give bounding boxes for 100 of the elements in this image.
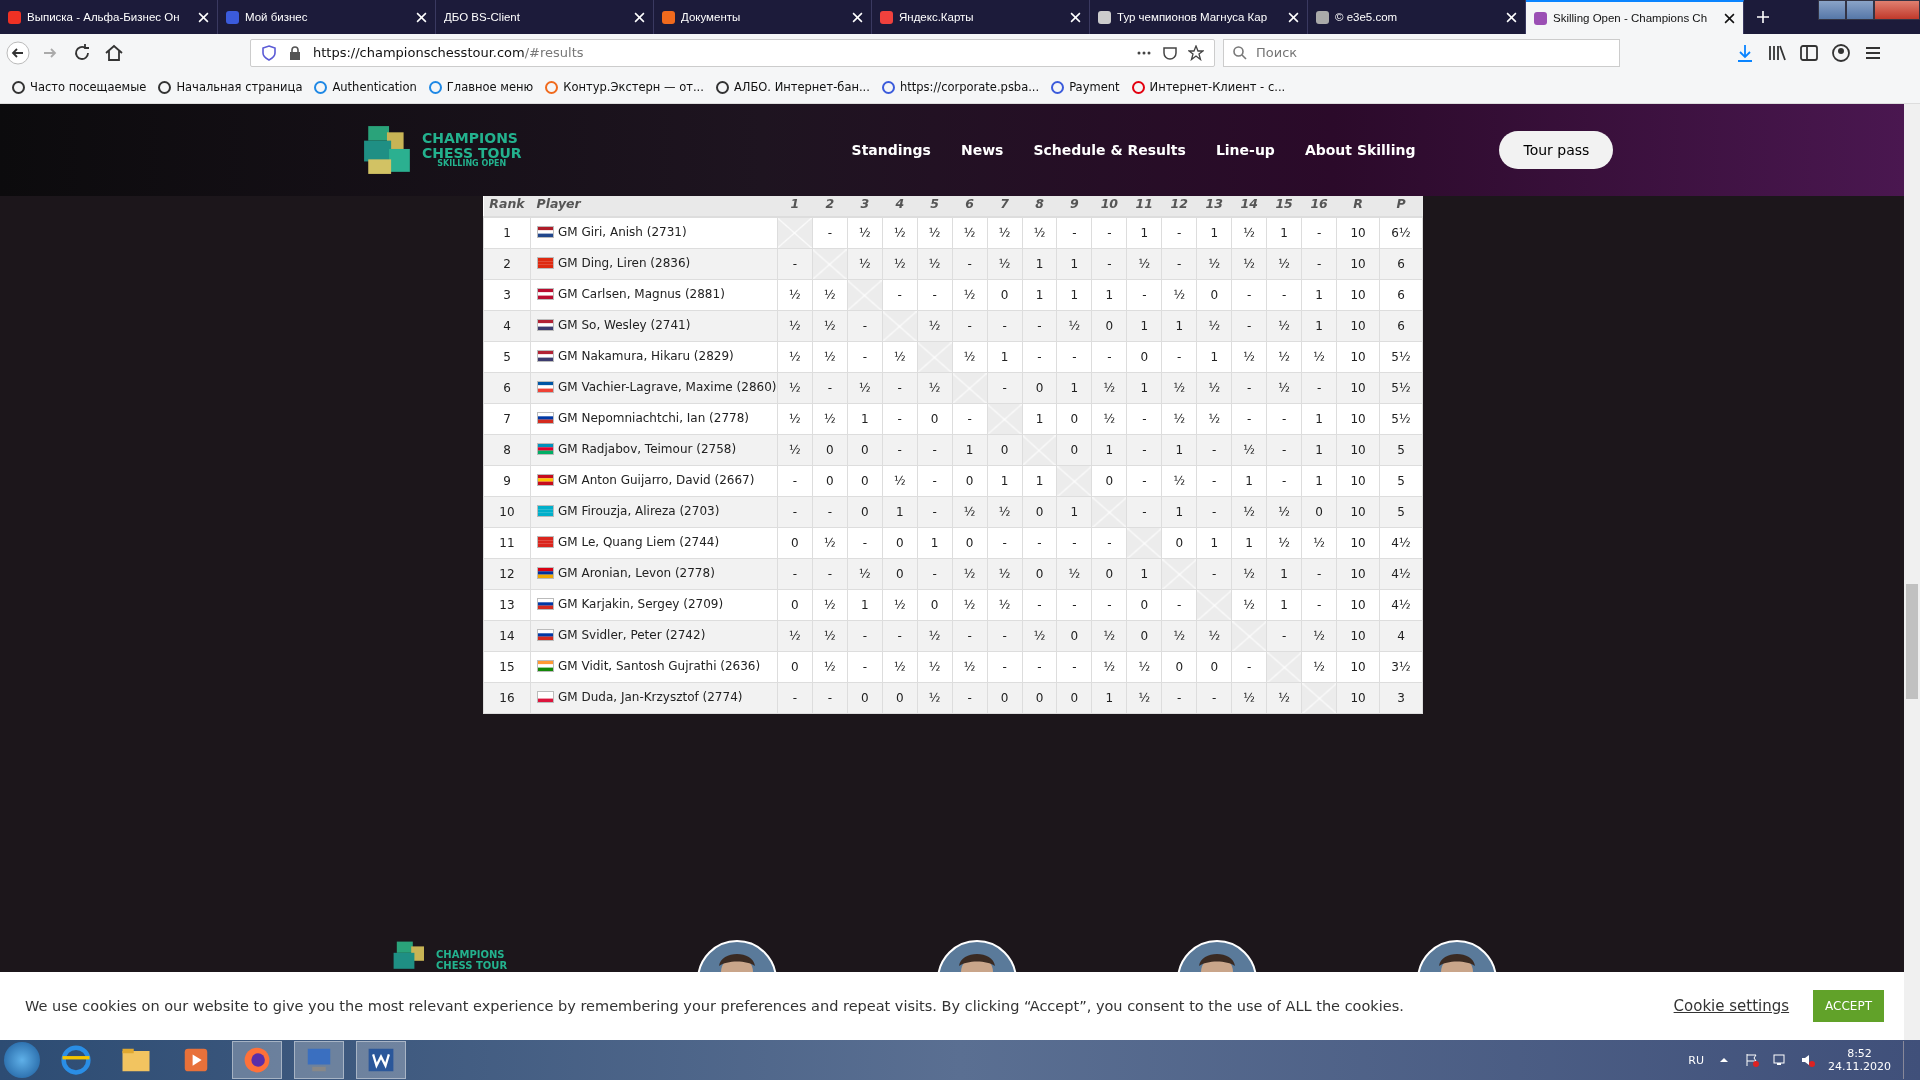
nav-link[interactable]: News: [960, 142, 1004, 158]
player-name: GM Firouzja, Alireza (2703): [557, 504, 720, 518]
rank-cell: 14: [483, 620, 531, 652]
result-cell: -: [1161, 341, 1197, 373]
bookmark[interactable]: Главное меню: [428, 80, 534, 94]
column-header: R: [1336, 196, 1380, 217]
result-cell: -: [777, 465, 813, 497]
result-cell: 1: [1196, 341, 1232, 373]
result-cell: 0: [987, 279, 1022, 311]
result-cell: 1: [847, 589, 883, 621]
player-name: GM Giri, Anish (2731): [557, 225, 687, 239]
nav-link[interactable]: Schedule & Results: [1033, 142, 1186, 158]
scrollbar[interactable]: [1904, 104, 1920, 1040]
search-field[interactable]: Поиск: [1223, 38, 1620, 67]
bookmark[interactable]: Контур.Экстерн — от...: [545, 80, 704, 94]
language-indicator[interactable]: RU: [1688, 1053, 1704, 1067]
bookmark[interactable]: Authentication: [314, 80, 417, 94]
result-cell: ½: [1126, 651, 1162, 683]
result-cell: -: [1301, 217, 1337, 249]
result-cell: -: [1022, 589, 1057, 621]
rounds-cell: 10: [1336, 217, 1380, 249]
result-cell: ½: [952, 341, 988, 373]
clock[interactable]: 8:52 24.11.2020: [1828, 1047, 1891, 1073]
result-cell: ½: [917, 217, 953, 249]
points-cell: 4½: [1379, 589, 1423, 621]
rank-cell: 10: [483, 496, 531, 528]
flag-icon: [536, 350, 554, 362]
player-name: GM Nakamura, Hikaru (2829): [557, 349, 734, 363]
result-cell: ½: [812, 341, 848, 373]
flag-icon[interactable]: [1744, 1052, 1760, 1068]
bookmark[interactable]: АЛБО. Интернет-бан...: [715, 80, 870, 94]
column-header: 11: [1126, 196, 1162, 217]
player-name: GM Nepomniachtchi, Ian (2778): [557, 411, 750, 425]
result-cell: -: [1056, 217, 1092, 249]
column-header: 16: [1301, 196, 1337, 217]
flag-icon: [536, 226, 554, 238]
result-cell: ½: [882, 651, 918, 683]
column-header: 1: [777, 196, 813, 217]
pocket-icon[interactable]: [1162, 44, 1178, 61]
result-cell: -: [1266, 279, 1302, 311]
firefox-icon[interactable]: [232, 1041, 282, 1079]
result-cell: ½: [952, 217, 988, 249]
result-cell: 0: [917, 403, 953, 435]
result-cell: -: [1266, 403, 1302, 435]
result-cell: 1: [1022, 279, 1057, 311]
cookie-message: We use cookies on our website to give you the most relevant experience by remembering your preferences and repeat visits. By clicking “Accept”, you consent to the use of ALL the cookies.: [25, 998, 1405, 1014]
nav-link[interactable]: About Skilling: [1304, 142, 1416, 158]
flag-icon: [536, 319, 554, 331]
bookmark[interactable]: https://corporate.psba...: [881, 80, 1040, 94]
bookmark[interactable]: Интернет-Клиент - с...: [1131, 80, 1286, 94]
flag-icon: [536, 598, 554, 610]
result-cell: -: [1126, 403, 1162, 435]
result-cell: 0: [1126, 589, 1162, 621]
new-tab-icon[interactable]: [1756, 10, 1770, 24]
column-header: Rank: [483, 196, 531, 217]
result-cell: 0: [1056, 403, 1092, 435]
rounds-cell: 10: [1336, 651, 1380, 683]
bookmark[interactable]: Начальная страница: [158, 80, 303, 94]
bookmark[interactable]: Payment: [1051, 80, 1120, 94]
nav-link[interactable]: Standings: [851, 142, 931, 158]
result-cell: ½: [1301, 341, 1337, 373]
result-cell: -: [1056, 651, 1092, 683]
tour-pass-button[interactable]: Tour pass: [1499, 131, 1614, 169]
result-cell: 1: [1301, 465, 1337, 497]
rank-cell: 7: [483, 403, 531, 435]
rank-cell: 5: [483, 341, 531, 373]
column-header: 3: [847, 196, 883, 217]
result-cell: 0: [777, 589, 813, 621]
result-cell: ½: [987, 589, 1022, 621]
result-cell: 1: [1091, 279, 1127, 311]
result-cell: 0: [1126, 341, 1162, 373]
volume-icon[interactable]: [1800, 1052, 1816, 1068]
address-bar[interactable]: https://championschesstour.com/#results: [250, 38, 1215, 67]
result-cell: 0: [952, 527, 988, 559]
result-cell: ½: [882, 217, 918, 249]
flag-icon: [536, 474, 554, 486]
result-cell: 0: [1196, 279, 1232, 311]
result-cell: 1: [1022, 465, 1057, 497]
cookie-settings-link[interactable]: Cookie settings: [1673, 997, 1790, 1015]
back-icon[interactable]: [6, 40, 30, 65]
flag-icon: [536, 629, 554, 641]
result-cell: -: [987, 651, 1022, 683]
nav-link[interactable]: Line-up: [1215, 142, 1275, 158]
network-icon[interactable]: [1772, 1052, 1788, 1068]
result-cell: ½: [1266, 527, 1302, 559]
result-cell: -: [1301, 589, 1337, 621]
bookmark[interactable]: Часто посещаемые: [12, 80, 147, 94]
rounds-cell: 10: [1336, 527, 1380, 559]
result-cell: -: [1231, 279, 1267, 311]
star-icon[interactable]: [1188, 44, 1204, 61]
column-header: 13: [1196, 196, 1232, 217]
word-icon[interactable]: [356, 1041, 406, 1079]
result-cell: 1: [1056, 279, 1092, 311]
player-name: GM Ding, Liren (2836): [557, 256, 691, 270]
browser-tab[interactable]: Skilling Open - Champions Ch: [1526, 0, 1744, 34]
result-cell: -: [1161, 217, 1197, 249]
result-cell: 1: [1231, 465, 1267, 497]
result-cell: ½: [952, 589, 988, 621]
result-cell: ½: [1196, 403, 1232, 435]
start-button[interactable]: [4, 1042, 40, 1078]
